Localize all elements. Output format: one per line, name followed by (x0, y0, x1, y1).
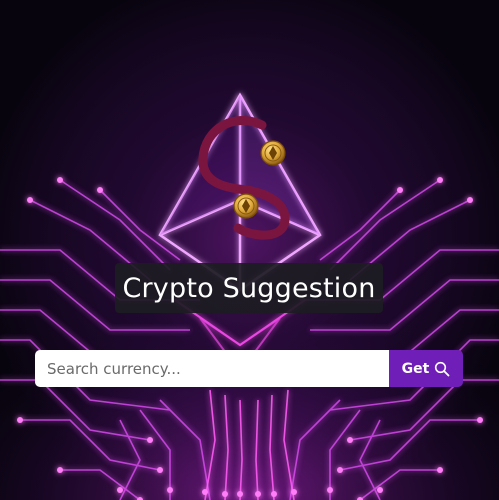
background-art (0, 0, 499, 500)
search-icon (434, 361, 450, 377)
search-bar: Get (35, 350, 463, 387)
title-banner: Crypto Suggestion (115, 263, 383, 313)
coin-icon (233, 193, 259, 219)
coin-icon (260, 140, 286, 166)
search-input[interactable] (35, 350, 389, 387)
get-button[interactable]: Get (389, 350, 463, 387)
get-button-label: Get (401, 360, 430, 377)
page-title: Crypto Suggestion (122, 272, 376, 304)
